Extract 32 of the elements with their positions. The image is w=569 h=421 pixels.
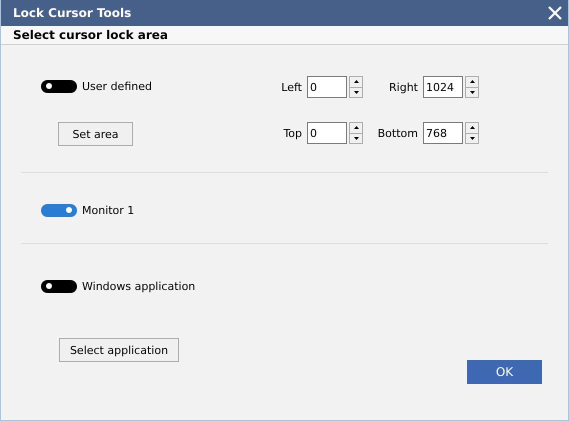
field-label: Right (389, 80, 418, 94)
toggle-label: Windows application (82, 280, 196, 292)
down-arrow-icon[interactable] (354, 136, 358, 140)
set-area-button[interactable]: Set area (58, 122, 133, 146)
close-button[interactable] (548, 6, 562, 20)
number-field[interactable]: 0 (307, 122, 347, 144)
number-field[interactable]: 768 (423, 122, 463, 144)
spinner-control[interactable] (349, 76, 363, 98)
ok-button[interactable]: OK (467, 360, 542, 384)
field-label: Top (283, 126, 302, 140)
down-arrow-icon[interactable] (470, 136, 474, 140)
toggle-label: Monitor 1 (82, 204, 134, 216)
toggle-switch[interactable] (41, 80, 77, 92)
up-arrow-icon[interactable] (354, 80, 358, 84)
up-arrow-icon[interactable] (354, 126, 358, 130)
window-title: Lock Cursor Tools (13, 6, 132, 20)
up-arrow-icon[interactable] (470, 126, 474, 130)
spinner-control[interactable] (465, 122, 479, 144)
number-field[interactable]: 0 (307, 76, 347, 98)
down-arrow-icon[interactable] (354, 90, 358, 94)
toggle-switch[interactable] (41, 204, 77, 216)
number-field[interactable]: 1024 (423, 76, 463, 98)
toggle-switch[interactable] (41, 280, 77, 292)
field-label: Bottom (378, 126, 418, 140)
field-label: Left (281, 80, 302, 94)
up-arrow-icon[interactable] (470, 80, 474, 84)
spinner-control[interactable] (349, 122, 363, 144)
down-arrow-icon[interactable] (470, 90, 474, 94)
section-title: Select cursor lock area (13, 28, 168, 42)
select-application-button[interactable]: Select application (59, 338, 179, 362)
toggle-label: User defined (82, 80, 152, 92)
spinner-control[interactable] (465, 76, 479, 98)
